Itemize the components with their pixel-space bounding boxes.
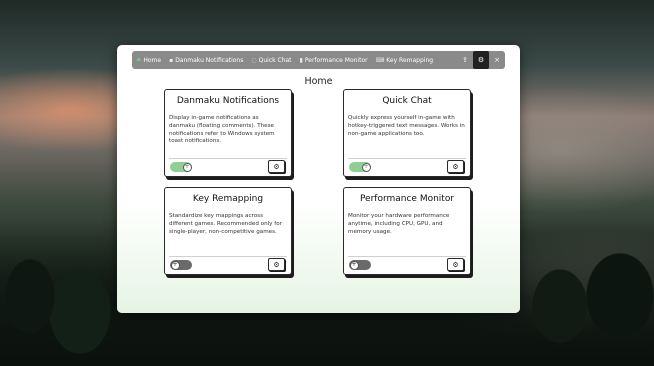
gear-icon: ⚙ xyxy=(452,162,459,171)
plus-icon: + xyxy=(363,163,369,170)
card-title: Key Remapping xyxy=(192,194,264,204)
page-title: Home xyxy=(304,76,333,87)
enable-toggle[interactable]: + xyxy=(349,260,371,270)
card-description: Quickly express yourself in-game with ho… xyxy=(348,115,465,137)
card-title: Danmaku Notifications xyxy=(176,96,280,106)
gear-icon: ⚙ xyxy=(273,260,280,269)
gear-icon: ⚙ xyxy=(477,56,485,64)
plus-icon: + xyxy=(172,261,178,268)
card-divider xyxy=(348,158,466,159)
nav-item-label: Performance Monitor xyxy=(304,56,368,64)
card-description: Standardize key mappings across differen… xyxy=(169,213,282,235)
close-button[interactable]: × xyxy=(489,51,505,69)
app-window: ☘ Home ▪ Danmaku Notifications ◌ Quick C… xyxy=(117,45,520,313)
gear-icon: ⚙ xyxy=(273,162,280,171)
card-description: Display in-game notifications as danmaku… xyxy=(169,115,275,145)
card-divider xyxy=(169,256,287,257)
toggle-knob: + xyxy=(182,162,192,172)
close-icon: × xyxy=(494,56,500,64)
nav-item-home[interactable]: ☘ Home xyxy=(132,51,165,69)
chat-bubble-icon: ◌ xyxy=(251,56,257,64)
card-key-remapping: Key Remapping Standardize key mappings a… xyxy=(164,187,292,275)
nav-extra-button[interactable]: ⇪ xyxy=(457,51,473,69)
nav-item-label: Key Remapping xyxy=(386,56,434,64)
keyboard-icon: ⌨ xyxy=(375,56,385,64)
thermometer-icon: ▮ xyxy=(299,56,303,64)
nav-bar: ☘ Home ▪ Danmaku Notifications ◌ Quick C… xyxy=(132,51,505,69)
settings-button[interactable]: ⚙ xyxy=(447,160,464,173)
settings-button[interactable]: ⚙ xyxy=(268,258,285,271)
clover-icon: ☘ xyxy=(136,56,142,64)
enable-toggle[interactable]: + xyxy=(170,162,192,172)
toggle-knob: + xyxy=(361,162,371,172)
enable-toggle[interactable]: + xyxy=(170,260,192,270)
card-performance-monitor: Performance Monitor Monitor your hardwar… xyxy=(343,187,471,275)
card-divider xyxy=(169,158,287,159)
message-icon: ▪ xyxy=(169,56,174,64)
nav-item-label: Quick Chat xyxy=(258,56,292,64)
card-title: Quick Chat xyxy=(382,96,432,106)
nav-item-key-remapping[interactable]: ⌨ Key Remapping xyxy=(372,51,437,69)
plus-icon: + xyxy=(351,261,357,268)
enable-toggle[interactable]: + xyxy=(349,162,371,172)
nav-item-label: Home xyxy=(143,56,162,64)
nav-item-danmaku-notifications[interactable]: ▪ Danmaku Notifications xyxy=(165,51,247,69)
gear-icon: ⚙ xyxy=(452,260,459,269)
nav-settings-button[interactable]: ⚙ xyxy=(473,51,489,69)
plus-icon: + xyxy=(184,163,190,170)
toggle-knob: + xyxy=(349,260,359,270)
nav-item-quick-chat[interactable]: ◌ Quick Chat xyxy=(247,51,295,69)
toggle-knob: + xyxy=(170,260,180,270)
card-divider xyxy=(348,256,466,257)
card-danmaku-notifications: Danmaku Notifications Display in-game no… xyxy=(164,89,292,177)
nav-item-performance-monitor[interactable]: ▮ Performance Monitor xyxy=(296,51,372,69)
share-icon: ⇪ xyxy=(462,56,468,64)
card-quick-chat: Quick Chat Quickly express yourself in-g… xyxy=(343,89,471,177)
nav-item-label: Danmaku Notifications xyxy=(175,56,244,64)
settings-button[interactable]: ⚙ xyxy=(447,258,464,271)
settings-button[interactable]: ⚙ xyxy=(268,160,285,173)
card-title: Performance Monitor xyxy=(359,194,455,204)
card-description: Monitor your hardware performance anytim… xyxy=(348,213,450,235)
